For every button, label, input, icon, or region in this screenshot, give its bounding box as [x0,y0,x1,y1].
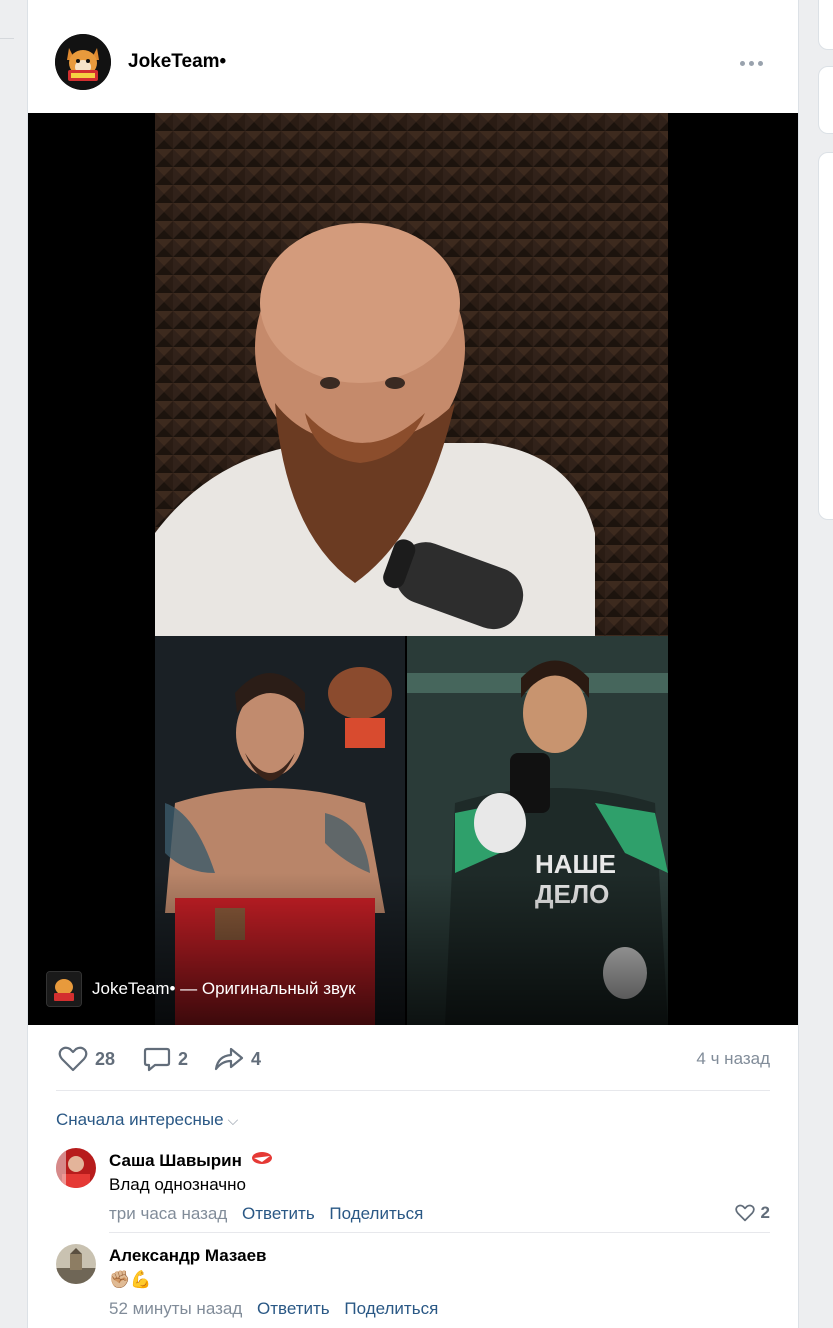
like-icon [734,1204,755,1222]
share-comment-button[interactable]: Поделиться [344,1299,438,1318]
comment-author[interactable]: Саша Шавырин [109,1151,273,1171]
commenter-avatar[interactable] [56,1148,96,1188]
share-count: 4 [251,1048,262,1069]
comment-like-count: 2 [760,1203,770,1222]
video-frame: НАШЕ ДЕЛО [155,113,668,1025]
comment-count: 2 [178,1048,189,1069]
post-actions: 28 2 4 4 ч назад [28,1025,798,1091]
audio-caption[interactable]: JokeTeam• — Оригинальный звук [92,979,356,999]
like-icon [58,1046,88,1072]
like-count: 28 [95,1048,116,1069]
reply-button[interactable]: Ответить [242,1204,315,1223]
more-icon[interactable] [728,48,776,78]
side-card [818,66,833,134]
share-comment-button[interactable]: Поделиться [329,1204,423,1223]
left-divider [0,38,14,39]
comment-icon [143,1047,171,1072]
comment-sort-dropdown[interactable]: Сначала интересные ⌵ [56,1110,238,1130]
post-header: JokeTeam• [28,0,798,113]
comment-author[interactable]: Александр Мазаев [109,1246,267,1266]
comment-time[interactable]: 52 минуты назад [109,1299,242,1318]
like-button[interactable]: 28 [58,1045,115,1073]
comment-text: Влад однозначно [109,1175,246,1194]
share-button[interactable]: 4 [214,1045,261,1073]
avatar-image [55,34,111,90]
post-card: JokeTeam• НАШЕ JokeTeam• — Оригинальный … [27,0,799,1328]
spartak-badge-icon [251,1152,272,1164]
share-icon [214,1047,244,1071]
side-card [818,0,833,50]
comment-meta: три часа назад Ответить Поделиться [109,1204,423,1224]
side-card [818,152,833,520]
divider [56,1090,770,1091]
comment-like-button[interactable]: 2 [734,1203,770,1223]
post-author[interactable]: JokeTeam• [128,51,226,73]
comment-time[interactable]: три часа назад [109,1204,227,1223]
comment-meta: 52 минуты назад Ответить Поделиться [109,1299,438,1319]
comment-button[interactable]: 2 [143,1045,188,1073]
channel-icon [46,971,82,1007]
post-timestamp[interactable]: 4 ч назад [696,1049,770,1069]
divider [109,1232,770,1233]
author-avatar[interactable] [55,34,111,90]
chevron-down-icon: ⌵ [227,1112,239,1128]
comment-author-name: Саша Шавырин [109,1151,242,1170]
commenter-avatar[interactable] [56,1244,96,1284]
comment-text: ✊🏼💪 [109,1270,152,1289]
video-player[interactable]: НАШЕ ДЕЛО JokeTeam• — Оригинальный звук [28,113,798,1025]
reply-button[interactable]: Ответить [257,1299,330,1318]
page: JokeTeam• НАШЕ JokeTeam• — Оригинальный … [0,0,833,1328]
sort-label: Сначала интересные [56,1110,224,1129]
